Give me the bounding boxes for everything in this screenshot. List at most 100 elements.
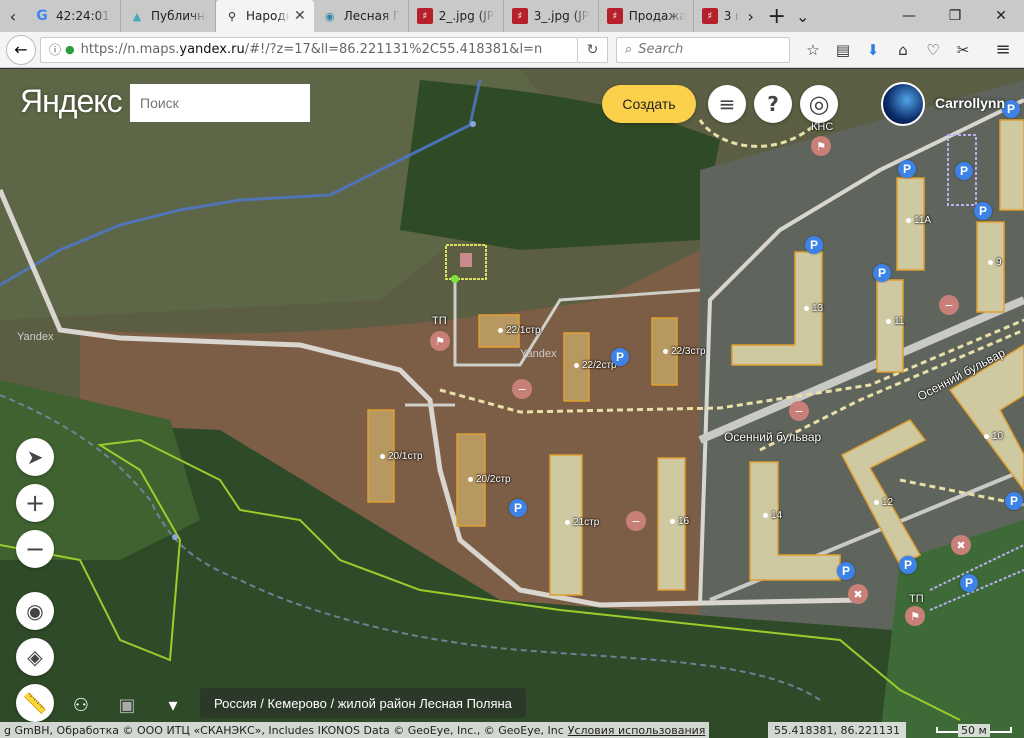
download-icon[interactable]: ⬇ xyxy=(858,35,888,65)
minimize-button[interactable]: — xyxy=(886,0,932,32)
layers-button[interactable]: ◈ xyxy=(16,638,54,676)
building-label: 9 xyxy=(988,257,1002,268)
playground-icon[interactable]: − xyxy=(939,295,959,315)
help-button[interactable]: ? xyxy=(754,85,792,123)
close-window-button[interactable]: ✕ xyxy=(978,0,1024,32)
minus-icon: − xyxy=(24,535,46,563)
trash-icon[interactable]: ✖ xyxy=(951,535,971,555)
parking-icon[interactable]: P xyxy=(873,264,891,282)
reload-button[interactable]: ↻ xyxy=(578,36,608,63)
building-label: 16 xyxy=(670,516,689,527)
create-button[interactable]: Создать xyxy=(602,85,696,123)
parking-icon[interactable]: P xyxy=(509,499,527,517)
building-label: 13 xyxy=(804,303,823,314)
tab-prodazha[interactable]: ♯Продажа н xyxy=(599,0,694,32)
map-canvas[interactable]: Yandex Yandex КНС ТП ТП Осенний бульвар … xyxy=(0,69,1024,738)
flag-icon[interactable]: ⚑ xyxy=(430,331,450,351)
info-icon: ⓘ xyxy=(49,43,62,57)
home-icon[interactable]: ⌂ xyxy=(888,35,918,65)
url-bar[interactable]: ⓘ ● https://n.maps. yandex.ru/#!/?z=17&ll… xyxy=(40,36,578,63)
user-name[interactable]: Carrollynn xyxy=(935,95,1005,111)
building-9b xyxy=(999,119,1024,211)
arrow-left-icon: ← xyxy=(14,40,28,59)
parking-icon[interactable]: P xyxy=(955,162,973,180)
panorama-binoculars-icon[interactable]: ⚇ xyxy=(66,690,96,720)
location-pin-icon[interactable]: ▾ xyxy=(158,690,188,720)
tab-list-button[interactable]: ⌄ xyxy=(790,0,816,32)
pocket-icon[interactable]: ♡ xyxy=(918,35,948,65)
tab-scroll-left-button[interactable]: ‹ xyxy=(0,0,26,32)
parking-icon[interactable]: P xyxy=(837,562,855,580)
playground-icon[interactable]: − xyxy=(626,511,646,531)
menu-icon[interactable]: ≡ xyxy=(988,35,1018,65)
tab-image-3[interactable]: ♯3_.jpg (JPEG xyxy=(504,0,599,32)
map-search-input[interactable] xyxy=(130,84,310,122)
building-label: 22/2стр xyxy=(574,360,617,371)
building-label: 10 xyxy=(984,431,1003,442)
building-label: 22/1стр xyxy=(498,325,541,336)
publichnaya-icon: ▲ xyxy=(132,9,142,23)
browser-nav-bar: ← ⓘ ● https://n.maps. yandex.ru/#!/?z=17&… xyxy=(0,32,1024,68)
playground-icon[interactable]: − xyxy=(512,379,532,399)
browser-search-input[interactable]: ⌕ Search xyxy=(616,36,790,63)
breadcrumb: Россия / Кемерово / жилой район Лесная П… xyxy=(200,688,526,718)
building-label: 21стр xyxy=(565,517,599,528)
parking-icon[interactable]: P xyxy=(1005,492,1023,510)
camera-icon[interactable]: ▣ xyxy=(112,690,142,720)
yandex-watermark: Yandex xyxy=(17,331,54,343)
support-button[interactable]: ◎ xyxy=(800,85,838,123)
reading-list-icon[interactable]: ▤ xyxy=(828,35,858,65)
screenshot-scissors-icon[interactable]: ✂ xyxy=(948,35,978,65)
new-tab-button[interactable]: + xyxy=(764,0,790,32)
building-label: 11А xyxy=(906,215,931,226)
tab-scroll-right-button[interactable]: › xyxy=(738,0,764,32)
yandex-logo[interactable]: Яндекс xyxy=(20,83,123,120)
layers-icon: ◈ xyxy=(27,645,43,669)
building-label: 20/2стр xyxy=(468,474,511,485)
back-button[interactable]: ← xyxy=(6,34,36,65)
avatar[interactable] xyxy=(881,82,925,126)
bookmark-star-icon[interactable]: ☆ xyxy=(798,35,828,65)
tab-public-map[interactable]: ▲ Публична xyxy=(121,0,216,32)
search-icon: ⌕ xyxy=(625,42,633,57)
zoom-in-button[interactable]: + xyxy=(16,484,54,522)
parking-icon[interactable]: P xyxy=(960,574,978,592)
satellite-imagery xyxy=(0,69,1024,738)
tab-cadastral[interactable]: G42:24:0101 xyxy=(26,0,121,32)
lesnaya-icon: ◉ xyxy=(324,9,335,23)
map-pin-icon: ⚲ xyxy=(227,9,237,23)
parking-icon[interactable]: P xyxy=(974,202,992,220)
zoom-out-button[interactable]: − xyxy=(16,530,54,568)
tab-image-2[interactable]: ♯2_.jpg (JPEG xyxy=(409,0,504,32)
terms-link[interactable]: Условия использования xyxy=(568,724,706,737)
maximize-button[interactable]: ❐ xyxy=(932,0,978,32)
tab-3k[interactable]: ♯3 к xyxy=(694,0,738,32)
tab-lesnaya-polyana[interactable]: ◉Лесная По xyxy=(314,0,409,32)
parking-icon[interactable]: P xyxy=(805,236,823,254)
parking-icon[interactable]: P xyxy=(898,160,916,178)
parking-icon[interactable]: P xyxy=(899,556,917,574)
coordinates-readout: 55.418381, 86.221131 xyxy=(768,722,906,738)
building-label: 20/1стр xyxy=(380,451,423,462)
view-mode-button[interactable]: ◉ xyxy=(16,592,54,630)
geolocation-button[interactable]: ➤ xyxy=(16,438,54,476)
browser-tab-bar: ‹ G42:24:0101 ▲Публична ⚲Народн✕ ◉Лесная… xyxy=(0,0,1024,32)
parking-icon[interactable]: P xyxy=(611,348,629,366)
flag-icon[interactable]: ⚑ xyxy=(811,136,831,156)
filter-button[interactable]: ≡ xyxy=(708,85,746,123)
image-icon: ♯ xyxy=(416,8,433,24)
navigation-arrow-icon: ➤ xyxy=(26,445,44,469)
close-tab-icon[interactable]: ✕ xyxy=(294,8,306,24)
eye-icon: ◉ xyxy=(26,599,44,623)
google-icon: G xyxy=(36,8,48,24)
building-label: 11 xyxy=(886,316,904,327)
plus-icon: + xyxy=(24,489,46,517)
ruler-button[interactable]: 📏 xyxy=(16,684,54,722)
building-label: 14 xyxy=(763,510,782,521)
yandex-watermark: Yandex xyxy=(520,348,557,360)
playground-icon[interactable]: − xyxy=(789,401,809,421)
flag-icon[interactable]: ⚑ xyxy=(905,606,925,626)
street-label: Осенний бульвар xyxy=(724,430,822,444)
tab-narodnaya-karta[interactable]: ⚲ Народн ✕ xyxy=(216,0,314,32)
trash-icon[interactable]: ✖ xyxy=(848,584,868,604)
